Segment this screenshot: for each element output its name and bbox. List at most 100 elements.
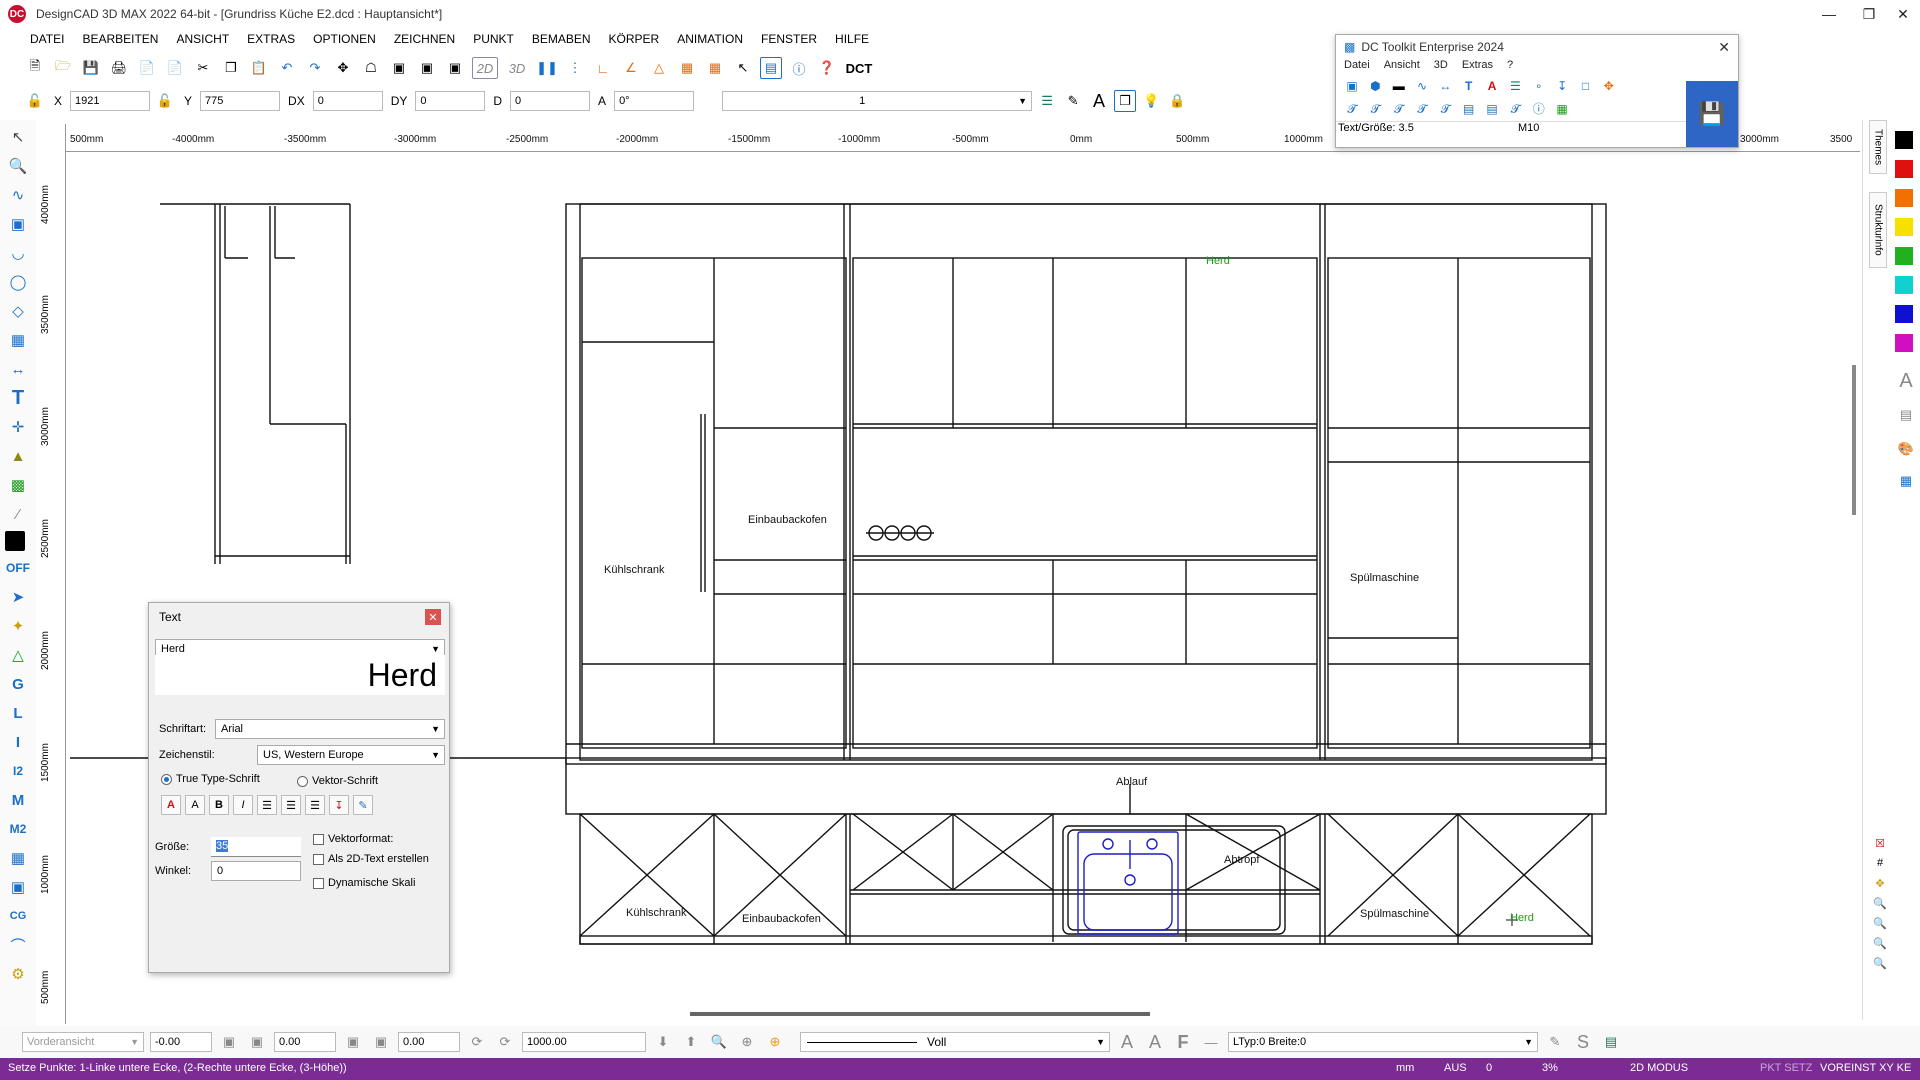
tk-wave-icon[interactable]: ∿	[1412, 77, 1432, 95]
menu-optionen[interactable]: OPTIONEN	[313, 32, 376, 46]
toolkit-menu-datei[interactable]: Datei	[1344, 59, 1370, 77]
pointer-icon[interactable]: ↖	[5, 125, 31, 149]
layers-icon[interactable]: ▦	[1895, 470, 1917, 492]
tk-calc-icon[interactable]: ▦	[1552, 100, 1572, 118]
field-2[interactable]: 0.00	[274, 1032, 336, 1052]
layer-select[interactable]: 1 ▼	[722, 91, 1033, 111]
view-select[interactable]: Vorderansicht ▼	[22, 1032, 144, 1052]
dynamic-checkbox[interactable]: Dynamische Skali	[313, 877, 415, 889]
lock-x-icon[interactable]: 🔓	[24, 90, 46, 112]
info-icon[interactable]: ⓘ	[788, 57, 810, 79]
camera2-icon[interactable]: ▣	[246, 1031, 268, 1053]
scroll-thumb[interactable]	[1852, 365, 1856, 515]
open-folder-icon[interactable]: 🗁	[52, 57, 74, 79]
select-arrow-icon[interactable]: ➤	[5, 585, 31, 609]
g-snap-icon[interactable]: G	[5, 672, 31, 696]
rotate-icon[interactable]: ⟳	[466, 1031, 488, 1053]
angle-icon[interactable]: ∠	[620, 57, 642, 79]
new-file-icon[interactable]: 🗎	[24, 57, 46, 79]
target-icon[interactable]: ⊕	[736, 1031, 758, 1053]
font-size-icon[interactable]: A	[185, 795, 205, 815]
toolkit-menu-extras[interactable]: Extras	[1462, 59, 1493, 77]
view3-icon[interactable]: ▣	[444, 57, 466, 79]
view1-icon[interactable]: ▣	[388, 57, 410, 79]
crosshair-icon[interactable]: ✛	[5, 415, 31, 439]
print-icon[interactable]: 🖨	[108, 57, 130, 79]
x-field[interactable]: 1921	[70, 91, 151, 111]
polyline-icon[interactable]: ∿	[5, 183, 31, 207]
zoom-fit-icon[interactable]: 🔍	[1869, 892, 1891, 914]
copy-icon[interactable]: ❐	[220, 57, 242, 79]
tk-text-red-icon[interactable]: A	[1482, 77, 1502, 95]
grid-view-icon[interactable]: #	[1869, 852, 1891, 874]
m2-snap-icon[interactable]: M2	[5, 817, 31, 841]
view3-btn-icon[interactable]: ▣	[342, 1031, 364, 1053]
toolkit-close-icon[interactable]: ✕	[1718, 39, 1730, 56]
help-icon[interactable]: ❓	[816, 57, 838, 79]
menu-koerper[interactable]: KÖRPER	[609, 32, 660, 46]
snap-triangle-icon[interactable]: △	[5, 643, 31, 667]
toolkit-save-icon[interactable]: 💾	[1686, 81, 1738, 147]
zoom-tool-icon[interactable]: 🔍	[708, 1031, 730, 1053]
palette-icon[interactable]: 🎨	[1895, 438, 1917, 460]
up-arrow-icon[interactable]: ⬆	[680, 1031, 702, 1053]
close-button[interactable]: ✕	[1880, 0, 1920, 28]
frame-snap-icon[interactable]: ▣	[5, 875, 31, 899]
zoom-out-icon[interactable]: 🔍	[1869, 932, 1891, 954]
tk-text-style-icon[interactable]: 𝓣	[1412, 100, 1432, 118]
field-3[interactable]: 0.00	[398, 1032, 460, 1052]
italic-icon[interactable]: I	[233, 795, 253, 815]
d-field[interactable]: 0	[510, 91, 591, 111]
print-layout-icon[interactable]: ▤	[1600, 1031, 1622, 1053]
view2-icon[interactable]: ▣	[416, 57, 438, 79]
layer-manager-icon[interactable]: ☰	[1036, 90, 1058, 112]
menu-animation[interactable]: ANIMATION	[677, 32, 743, 46]
swatch-yellow[interactable]	[1895, 218, 1913, 236]
text-bigger-icon[interactable]: A	[1116, 1031, 1138, 1053]
rotate2-icon[interactable]: ⟳	[494, 1031, 516, 1053]
i-snap-icon[interactable]: I	[5, 730, 31, 754]
tk-text-style-icon[interactable]: 𝓣	[1365, 100, 1385, 118]
orbit-icon[interactable]: ⊕	[764, 1031, 786, 1053]
font-color-icon[interactable]: A	[161, 795, 181, 815]
bold-icon[interactable]: B	[209, 795, 229, 815]
save-icon[interactable]: 💾	[80, 57, 102, 79]
window-icon[interactable]: ▤	[760, 57, 782, 79]
ortho-icon[interactable]: ∟	[592, 57, 614, 79]
off-button[interactable]: OFF	[5, 556, 31, 580]
text-tool-icon[interactable]: T	[5, 386, 31, 410]
swatch-black[interactable]	[1895, 131, 1913, 149]
toolkit-menu-3d[interactable]: 3D	[1434, 59, 1448, 77]
color-icon[interactable]	[5, 531, 25, 551]
dimension-icon[interactable]: ↔	[5, 357, 31, 381]
tk-tool-icon[interactable]: ▣	[1342, 77, 1362, 95]
menu-extras[interactable]: EXTRAS	[247, 32, 295, 46]
line-style-icon[interactable]: ⁄	[5, 502, 31, 526]
linestyle-select[interactable]: Voll ▼	[800, 1032, 1110, 1052]
pause-icon[interactable]: ❚❚	[536, 57, 558, 79]
tray-icon[interactable]: ▤	[1895, 404, 1917, 426]
curve-icon[interactable]: ⌒	[5, 933, 31, 957]
camera-icon[interactable]: ▣	[218, 1031, 240, 1053]
tk-text-style-icon[interactable]: 𝓣	[1342, 100, 1362, 118]
truetype-radio[interactable]: True Type-Schrift	[161, 773, 260, 785]
view4-btn-icon[interactable]: ▣	[370, 1031, 392, 1053]
handles-icon[interactable]: ▦	[704, 57, 726, 79]
swatch-red[interactable]	[1895, 160, 1913, 178]
pen-tool-icon[interactable]: ✎	[1544, 1031, 1566, 1053]
snap-view-icon[interactable]: ✥	[1869, 872, 1891, 894]
tk-info-icon[interactable]: ⓘ	[1529, 99, 1549, 117]
l-snap-icon[interactable]: L	[5, 701, 31, 725]
lock-icon[interactable]: 🔒	[1166, 90, 1188, 112]
field-4[interactable]: 1000.00	[522, 1032, 646, 1052]
horizontal-scrollbar[interactable]	[690, 1012, 1150, 1016]
swatch-orange[interactable]	[1895, 189, 1913, 207]
mode-2d-button[interactable]: 2D	[472, 57, 498, 79]
field-1[interactable]: -0.00	[150, 1032, 212, 1052]
array-icon[interactable]: ▦	[5, 328, 31, 352]
tk-line-icon[interactable]: ▬	[1389, 77, 1409, 95]
vectorformat-checkbox[interactable]: Vektorformat:	[313, 833, 393, 845]
line-width-icon[interactable]: —	[1200, 1031, 1222, 1053]
mode-3d-button[interactable]: 3D	[504, 57, 530, 79]
menu-hilfe[interactable]: HILFE	[835, 32, 869, 46]
